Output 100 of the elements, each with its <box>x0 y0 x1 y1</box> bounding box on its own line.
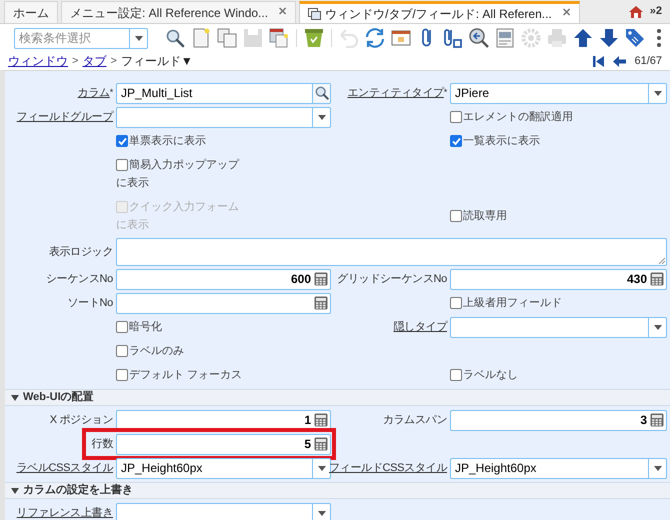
select-field[interactable]: JP_Height60px <box>116 458 331 478</box>
checkbox-label: 暗号化 <box>129 320 162 335</box>
checkbox-label: ラベルのみ <box>129 344 184 359</box>
field-label: シーケンスNo <box>46 272 113 287</box>
checkbox[interactable] <box>116 135 128 147</box>
checkbox[interactable] <box>116 321 128 333</box>
field-label: ソートNo <box>67 296 113 311</box>
calculator-icon[interactable] <box>314 296 328 310</box>
search-button[interactable] <box>165 28 185 48</box>
window-toggle-button[interactable] <box>391 28 411 48</box>
select-field[interactable]: JPiere <box>450 82 667 104</box>
calculator-icon[interactable] <box>314 272 328 286</box>
required-marker: * <box>444 86 447 97</box>
breadcrumb-item[interactable]: ウィンドウ <box>8 52 68 70</box>
zoom-across-button[interactable] <box>469 28 489 48</box>
arrow-down-button[interactable] <box>599 28 619 48</box>
search-combobox[interactable]: 検索条件選択 <box>14 28 148 48</box>
checkbox[interactable] <box>116 159 128 171</box>
field-label[interactable]: ラベルCSSスタイル <box>16 460 113 476</box>
checkbox-label: 上級者用フィールド <box>463 296 562 311</box>
new-document-button[interactable] <box>191 28 211 48</box>
field-label[interactable]: フィールドグループ <box>16 108 113 126</box>
field-label: 表示ロジック <box>48 244 113 260</box>
field-label[interactable]: カラム <box>78 84 110 102</box>
dropdown-caret-icon <box>134 36 142 40</box>
calculator-icon[interactable] <box>314 413 328 427</box>
calculator-icon[interactable] <box>650 272 664 286</box>
checkbox-label: 読取専用 <box>463 208 507 224</box>
number-field[interactable]: 3 <box>450 410 667 430</box>
number-field[interactable]: 600 <box>116 268 331 290</box>
field-label: グリッドシーケンスNo <box>337 272 447 287</box>
checkbox[interactable] <box>450 297 462 309</box>
field-label: カラムスパン <box>382 412 447 428</box>
dropdown-caret-icon <box>654 90 662 96</box>
calculator-icon[interactable] <box>650 413 664 427</box>
checkbox[interactable] <box>450 369 462 381</box>
trash-bin-button[interactable] <box>304 28 324 48</box>
checkbox-label: ラベルなし <box>463 368 518 383</box>
close-button[interactable]: ✕ <box>278 4 288 21</box>
section-header[interactable]: Web-UIの配置 <box>5 389 670 406</box>
dropdown-caret-icon <box>318 114 326 120</box>
tab[interactable]: ウィンドウ/タブ/フィールド: All Referen... ✕ <box>299 1 580 23</box>
dropdown-caret-icon <box>654 324 662 330</box>
report-button[interactable] <box>495 28 515 48</box>
select-field[interactable] <box>116 502 331 520</box>
required-marker: * <box>110 86 113 97</box>
field-label[interactable]: フィールドCSSスタイル <box>328 460 447 476</box>
resize-grip-icon[interactable] <box>658 257 665 264</box>
checkbox-label: クイック入力フォーム <box>129 200 239 215</box>
field-label: X ポジション <box>50 412 113 428</box>
save-new-button[interactable] <box>269 28 289 48</box>
field-label: 行数 <box>92 436 113 452</box>
tab-overflow-button[interactable]: »2 <box>650 3 662 20</box>
checkbox[interactable] <box>116 345 128 357</box>
number-field[interactable]: 430 <box>450 268 667 290</box>
breadcrumb-separator: > <box>110 54 117 69</box>
dropdown-caret-icon <box>318 510 326 516</box>
checkbox-label: デフォルト フォーカス <box>129 368 242 383</box>
tab[interactable]: ホーム <box>4 1 58 23</box>
paperclip-note-button[interactable] <box>443 28 463 48</box>
checkbox-label: 簡易入力ポップアップ <box>129 158 239 173</box>
dropdown-caret-icon <box>318 466 326 470</box>
caret-icon[interactable] <box>11 488 19 494</box>
search-icon[interactable] <box>314 86 328 100</box>
checkbox-label: エレメントの翻訳適用 <box>463 110 573 125</box>
first-record-icon[interactable] <box>593 56 606 66</box>
breadcrumb-item[interactable]: タブ <box>82 52 106 70</box>
lookup-field[interactable]: JP_Multi_List <box>116 82 331 104</box>
calculator-icon[interactable] <box>314 437 328 451</box>
field-label[interactable]: エンティティタイプ <box>347 84 444 102</box>
checkbox[interactable] <box>116 369 128 381</box>
field-label[interactable]: 隠しタイプ <box>393 318 447 336</box>
checkbox-label: 単票表示に表示 <box>129 134 206 149</box>
tag-button[interactable] <box>625 28 645 48</box>
section-header[interactable]: カラムの設定を上書き <box>5 482 670 499</box>
copy-button[interactable] <box>217 28 237 48</box>
home-icon[interactable] <box>628 4 644 18</box>
number-field[interactable]: 5 <box>116 434 331 454</box>
breadcrumb-item[interactable]: フィールド▼ <box>120 52 193 70</box>
record-position: 61/67 <box>634 54 662 69</box>
caret-icon[interactable] <box>11 394 19 400</box>
select-field[interactable] <box>116 106 331 128</box>
arrow-up-button[interactable] <box>573 28 593 48</box>
checkbox-label: 一覧表示に表示 <box>463 134 540 149</box>
arrow-left-icon[interactable] <box>613 56 626 66</box>
select-field[interactable]: JP_Height60px <box>450 458 667 478</box>
more-options-button[interactable] <box>656 28 662 48</box>
checkbox[interactable] <box>450 111 462 123</box>
refresh-button[interactable] <box>365 28 385 48</box>
number-field[interactable]: 1 <box>116 410 331 430</box>
tab[interactable]: メニュー設定: All Reference Windo... ✕ <box>61 1 296 23</box>
checkbox[interactable] <box>450 135 462 147</box>
field-label[interactable]: リファレンス上書き <box>16 504 113 520</box>
number-field[interactable] <box>116 292 331 314</box>
checkbox[interactable] <box>450 210 462 222</box>
window-icon <box>308 8 322 20</box>
checkbox-label: に表示 <box>116 218 149 233</box>
breadcrumb-separator: > <box>72 54 78 69</box>
select-field[interactable] <box>450 316 667 338</box>
close-button[interactable]: ✕ <box>562 5 571 22</box>
